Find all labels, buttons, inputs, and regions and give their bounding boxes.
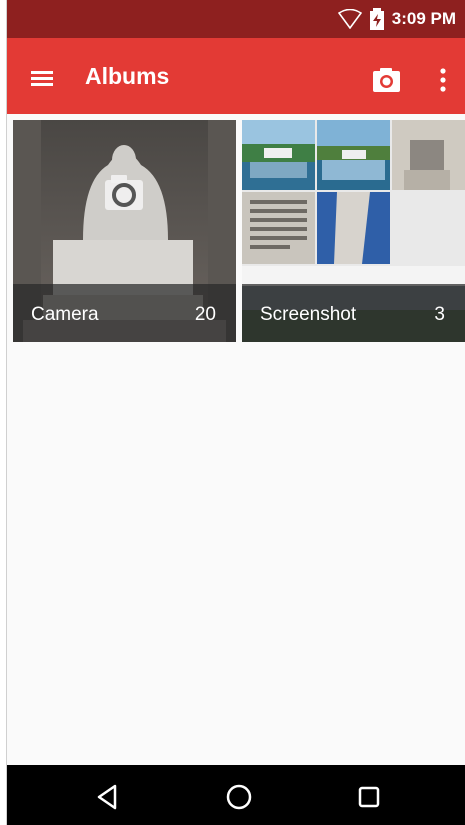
album-caption: Camera 20 xyxy=(13,284,236,342)
more-options-button[interactable] xyxy=(427,58,459,102)
status-bar: 3:09 PM xyxy=(7,0,465,38)
recents-icon xyxy=(358,786,380,808)
device-screen: 3:09 PM Albums Camera 20 Screenshot 3 xyxy=(6,0,465,825)
app-bar: Albums xyxy=(7,38,465,114)
recents-button[interactable] xyxy=(349,777,389,817)
home-button[interactable] xyxy=(219,777,259,817)
album-count: 20 xyxy=(194,304,216,325)
status-icons: 3:09 PM xyxy=(337,8,456,30)
camera-icon xyxy=(373,68,400,92)
album-name: Camera xyxy=(31,304,99,325)
album-tile-camera[interactable]: Camera 20 xyxy=(13,120,236,342)
album-tile-screenshot[interactable]: Screenshot 3 xyxy=(242,120,465,342)
home-icon xyxy=(226,784,252,810)
system-nav-bar xyxy=(7,765,465,825)
camera-button[interactable] xyxy=(365,58,409,102)
hamburger-menu-icon[interactable] xyxy=(23,58,63,98)
more-vert-icon xyxy=(440,68,446,92)
album-caption: Screenshot 3 xyxy=(242,284,465,342)
status-time: 3:09 PM xyxy=(391,9,456,28)
album-count: 3 xyxy=(434,304,445,325)
back-button[interactable] xyxy=(87,777,127,817)
album-name: Screenshot xyxy=(260,304,357,325)
wifi-icon xyxy=(337,9,362,29)
back-icon xyxy=(97,784,117,810)
page-title: Albums xyxy=(85,63,170,89)
battery-charging-icon xyxy=(369,8,384,30)
